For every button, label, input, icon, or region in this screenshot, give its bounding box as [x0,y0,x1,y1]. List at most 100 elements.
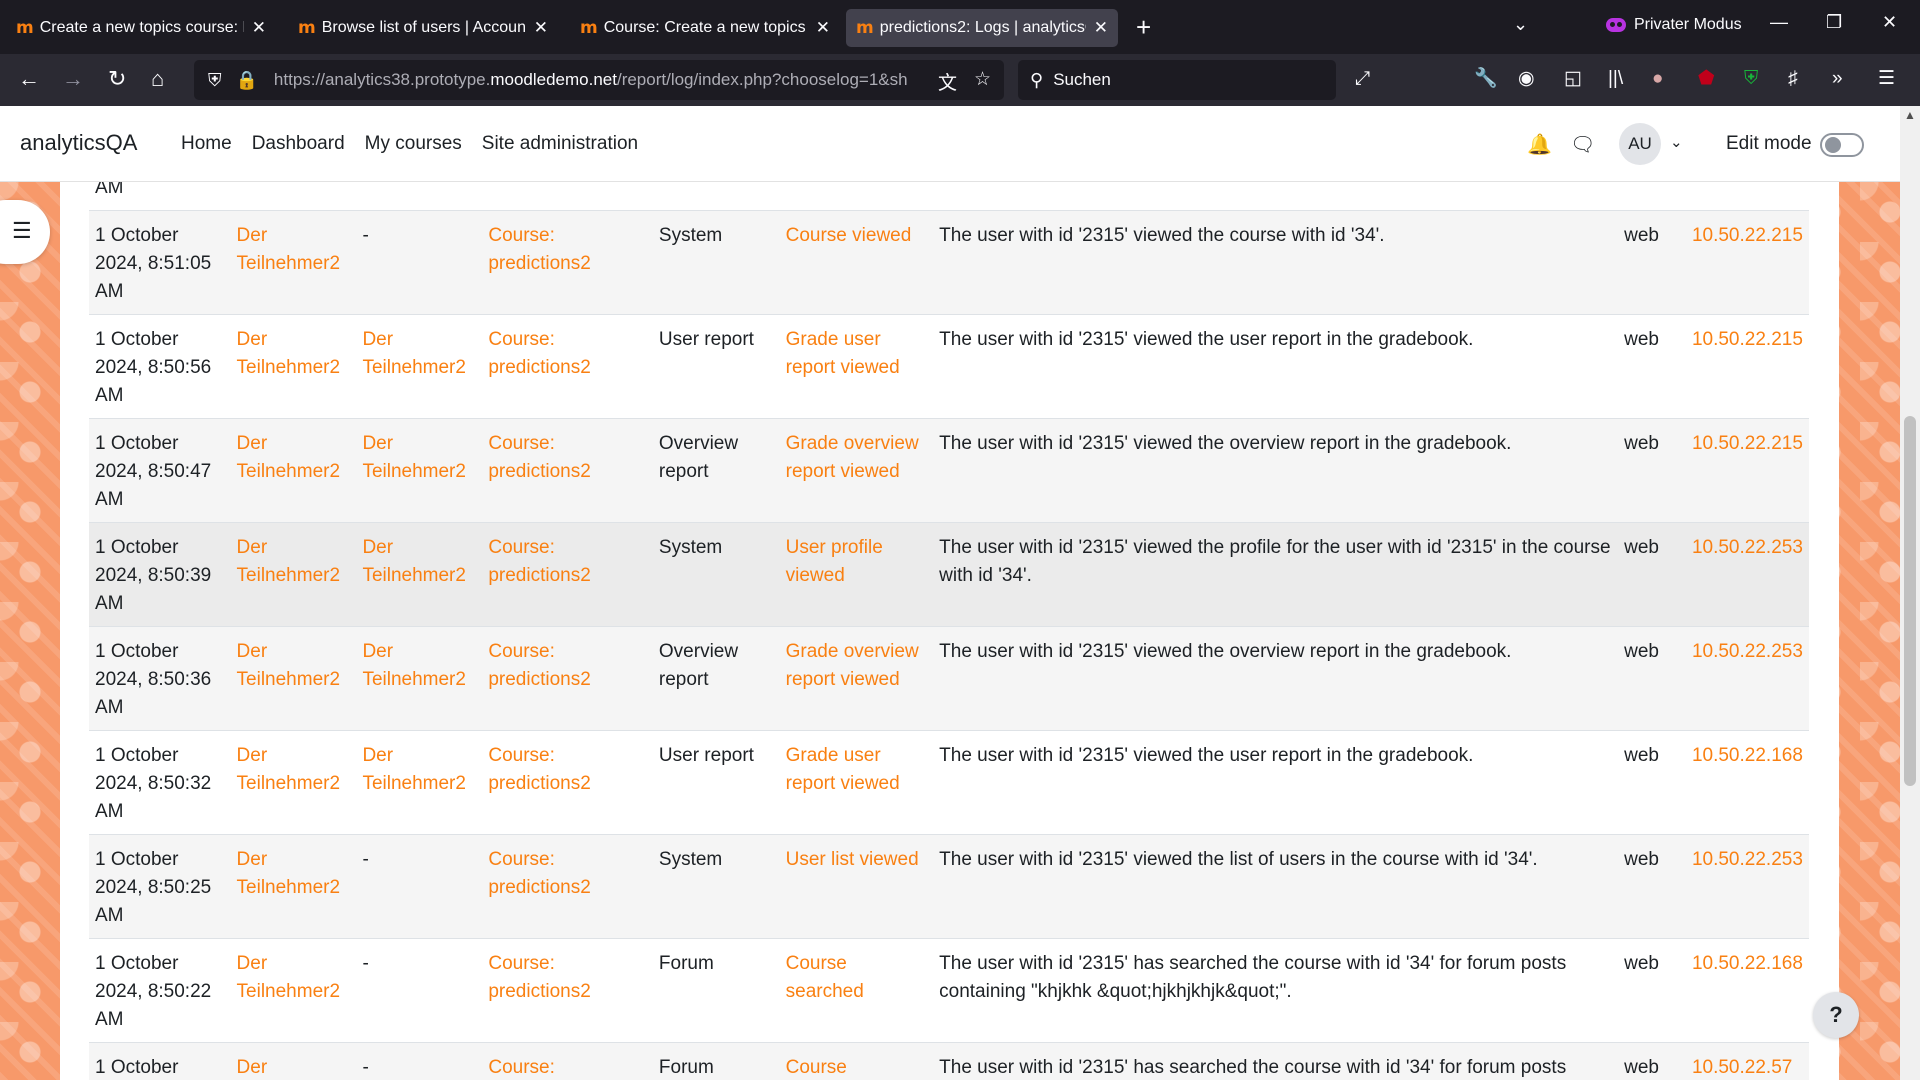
cell-ip-address-link[interactable]: 10.50.22.168 [1692,745,1803,766]
new-tab-button[interactable]: + [1136,12,1151,42]
site-brand[interactable]: analyticsQA [20,130,137,156]
cell-time-text: 2024, 8:51:06 AM [95,182,124,198]
cell-description: The user with id '2315' viewed the profi… [933,522,1619,627]
vertical-scrollbar[interactable]: ▲ [1900,106,1920,1080]
ublock-icon[interactable]: ⬟ [1698,67,1715,91]
cell-event-name-link[interactable]: Grade user report viewed [786,329,900,378]
cell-user-full-name-link[interactable]: Der Teilnehmer2 [237,433,341,482]
overflow-chevrons-icon[interactable]: » [1832,67,1843,91]
nav-site-administration[interactable]: Site administration [482,133,638,155]
cell-ip-address-link[interactable]: 10.50.22.215 [1692,329,1803,350]
nav-home[interactable]: Home [181,133,232,155]
address-bar[interactable]: ⛨ 🔒 https://analytics38.prototype.moodle… [194,60,1004,100]
cell-component: System [652,210,780,315]
pocket-icon[interactable]: ◱ [1564,67,1582,91]
cell-ip-address-link[interactable]: 10.50.22.253 [1692,537,1803,558]
close-tab-icon[interactable]: ✕ [1094,18,1108,38]
back-arrow-icon[interactable]: ← [18,66,40,92]
close-tab-icon[interactable]: ✕ [252,18,266,38]
cell-event-name: Grade overview report viewed [779,418,934,523]
cell-user-full-name-link[interactable]: Der Teilnehmer2 [237,641,341,690]
cell-event-name-link[interactable]: Grade overview report viewed [786,433,919,482]
fullscreen-arrow-icon[interactable]: ⤢ [1355,67,1370,91]
user-avatar[interactable]: AU [1619,123,1661,165]
cell-event-context-link[interactable]: Course: predictions2 [488,641,590,690]
cell-event-name-link[interactable]: Grade overview report viewed [786,641,919,690]
wrench-icon[interactable]: 🔧 [1474,67,1498,91]
table-row: 1 October 2024, 8:50:47 AM Der Teilnehmer… [89,418,1809,523]
close-tab-icon[interactable]: ✕ [816,18,830,38]
list-all-tabs-chevron-icon[interactable]: ⌄ [1513,14,1528,35]
cell-event-context-link[interactable]: Course: predictions2 [488,1057,590,1080]
search-bar[interactable]: ⚲ Suchen [1018,60,1336,100]
cell-ip-address-link[interactable]: 10.50.22.253 [1692,641,1803,662]
cell-affected-user-link[interactable]: Der Teilnehmer2 [362,433,466,482]
browser-tab-4-active[interactable]: m predictions2: Logs | analyticsQA ✕ [846,9,1118,47]
cell-time-text: 1 October 2024, 8:50:25 AM [95,849,212,926]
notification-bell-icon[interactable]: 🔔 [1527,132,1552,157]
help-button[interactable]: ? [1813,992,1859,1038]
close-window-icon[interactable]: ✕ [1882,12,1897,33]
close-tab-icon[interactable]: ✕ [534,18,548,38]
scrollbar-thumb[interactable] [1904,416,1916,786]
browser-tab-3[interactable]: m Course: Create a new topics cou ✕ [570,9,840,47]
edit-mode-toggle[interactable] [1820,133,1864,157]
cell-user-full-name-link[interactable]: Der Teilnehmer2 [237,329,341,378]
scroll-up-arrow-icon[interactable]: ▲ [1904,108,1916,122]
cell-ip-address-link[interactable]: 10.50.22.253 [1692,849,1803,870]
cell-event-context-link[interactable]: Course: predictions2 [488,225,590,274]
translate-icon[interactable]: 文 [938,68,957,95]
cell-user-full-name-link[interactable]: Der Teilnehmer2 [237,537,341,586]
cell-ip-address-link[interactable]: 10.50.22.215 [1692,225,1803,246]
minimize-window-icon[interactable]: — [1770,12,1788,33]
cell-event-context-link[interactable]: Course: predictions2 [488,433,590,482]
private-mask-toolbar-icon[interactable]: ◉ [1518,67,1535,91]
cell-user-full-name-link[interactable]: Der Teilnehmer2 [237,745,341,794]
nav-dashboard[interactable]: Dashboard [252,133,345,155]
cell-event-name-link[interactable]: User list viewed [786,849,919,870]
cell-event-name-link[interactable]: Grade user report viewed [786,745,900,794]
forward-arrow-icon[interactable]: → [62,66,84,92]
cell-event-name-link[interactable]: Course searched [786,1057,864,1080]
account-avatar-icon[interactable]: ● [1652,67,1663,91]
cell-origin: web [1618,210,1686,315]
cell-ip-address-link[interactable]: 10.50.22.57 [1692,1057,1792,1078]
home-icon[interactable]: ⌂ [151,66,164,92]
extensions-puzzle-icon[interactable]: ♯ [1788,67,1798,91]
cell-event-context-link[interactable]: Course: predictions2 [488,745,590,794]
cell-user-full-name-link[interactable]: Der Teilnehmer2 [237,1057,341,1080]
cell-event-context-link[interactable]: Course: predictions2 [488,329,590,378]
lock-icon[interactable]: 🔒 [236,70,258,91]
url-text[interactable]: https://analytics38.prototype.moodledemo… [274,70,934,90]
user-menu-chevron-icon[interactable]: ⌄ [1670,133,1683,151]
cell-time: 1 October 2024, 8:51:05 AM [89,210,231,315]
cell-user-full-name-link[interactable]: Der Teilnehmer2 [237,953,341,1002]
cell-ip-address-link[interactable]: 10.50.22.168 [1692,953,1803,974]
bookmark-star-icon[interactable]: ☆ [974,68,991,91]
cell-ip-address-link[interactable]: 10.50.22.215 [1692,433,1803,454]
hamburger-menu-icon[interactable]: ☰ [1878,67,1895,91]
cell-affected-user-link[interactable]: Der Teilnehmer2 [362,329,466,378]
cell-event-name-link[interactable]: Course searched [786,953,864,1002]
cell-affected-user-link[interactable]: Der Teilnehmer2 [362,745,466,794]
shield-check-icon[interactable]: ⛨ [1744,67,1758,91]
cell-event-context-link[interactable]: Course: predictions2 [488,953,590,1002]
browser-tab-1[interactable]: m Create a new topics course: Log ✕ [6,9,276,47]
cell-origin-text: web [1624,1057,1659,1078]
cell-event-name-link[interactable]: User profile viewed [786,537,883,586]
table-row: 1 October 2024, 8:50:32 AM Der Teilnehmer… [89,730,1809,835]
library-icon[interactable]: ||\ [1608,67,1623,91]
shield-icon[interactable]: ⛨ [208,70,222,91]
cell-event-name-link[interactable]: Course viewed [786,225,912,246]
restore-window-icon[interactable]: ❐ [1826,12,1842,33]
reload-icon[interactable]: ↻ [108,66,126,92]
cell-user-full-name-link[interactable]: Der Teilnehmer2 [237,849,341,898]
cell-affected-user-link[interactable]: Der Teilnehmer2 [362,537,466,586]
messages-chat-icon[interactable]: 🗨 [1570,132,1595,157]
nav-my-courses[interactable]: My courses [365,133,462,155]
cell-user-full-name-link[interactable]: Der Teilnehmer2 [237,225,341,274]
cell-event-context-link[interactable]: Course: predictions2 [488,849,590,898]
cell-event-context-link[interactable]: Course: predictions2 [488,537,590,586]
cell-affected-user-link[interactable]: Der Teilnehmer2 [362,641,466,690]
browser-tab-2[interactable]: m Browse list of users | Accounts | ✕ [288,9,558,47]
